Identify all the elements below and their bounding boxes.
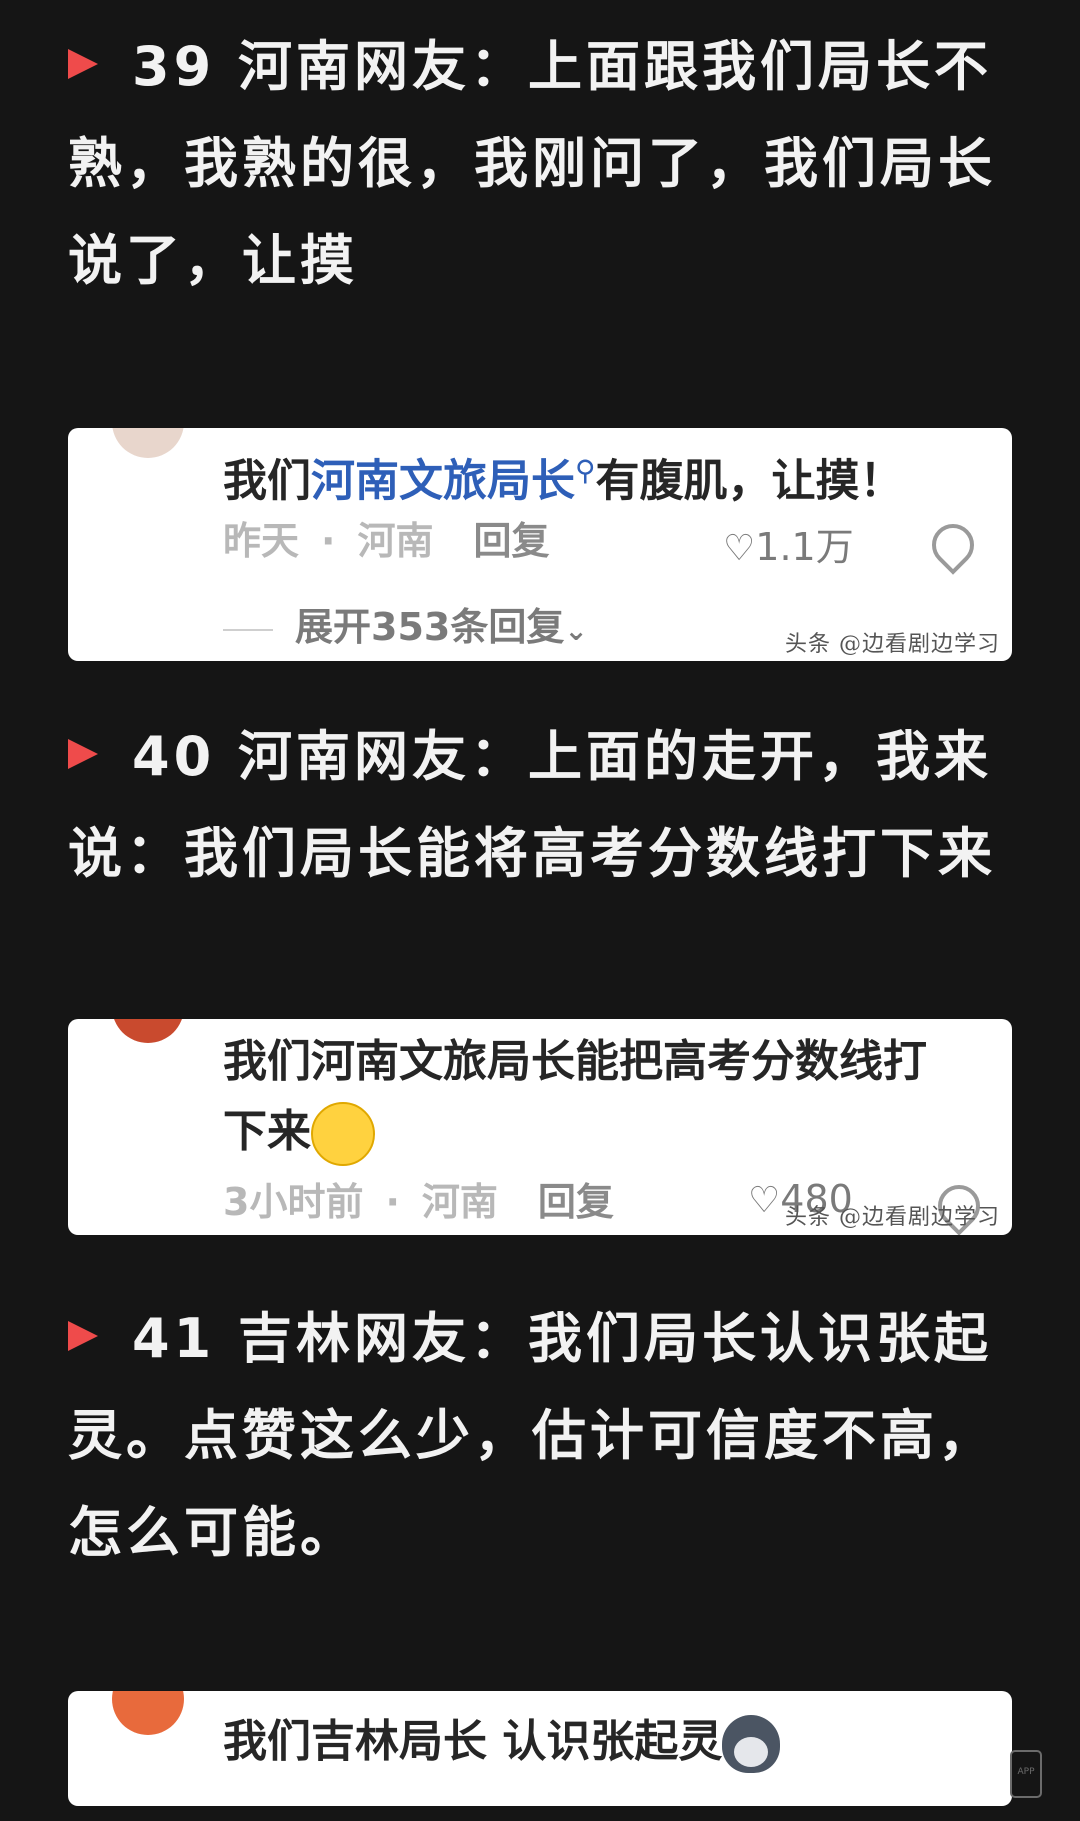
reply-button[interactable]: 回复 — [473, 516, 549, 566]
heart-icon: ♡ — [748, 1180, 781, 1221]
commentary-40: 40 河南网友：上面的走开，我来说：我们局长能将高考分数线打下来 — [68, 725, 996, 885]
comment-text: 我们河南文旅局长⚲有腹肌，让摸！ — [223, 454, 904, 507]
comment-text: 我们河南文旅局长能把高考分数线打下来 — [223, 1027, 932, 1167]
comment-card-41: 我们吉林局长 认识张起灵 — [68, 1691, 1012, 1806]
watermark: 头条 @边看剧边学习 — [785, 1205, 1000, 1230]
dog-emoji-icon — [722, 1715, 781, 1773]
commentary-41: 41 吉林网友：我们局长认识张起灵。点赞这么少，估计可信度不高，怎么可能。 — [68, 1307, 996, 1564]
avatar[interactable] — [112, 1019, 184, 1043]
avatar[interactable] — [112, 1691, 184, 1735]
search-icon[interactable]: ⚲ — [575, 454, 596, 487]
heart-icon: ♡ — [723, 528, 756, 569]
play-marker-icon — [68, 739, 98, 770]
play-marker-icon — [68, 1321, 98, 1352]
expand-replies-button[interactable]: 展开353条回复⌄ — [223, 596, 588, 651]
avatar[interactable] — [112, 428, 184, 458]
separator-dot: · — [385, 1180, 400, 1224]
comment-card-40: 我们河南文旅局长能把高考分数线打下来 3小时前 · 河南 回复 ♡480 头条 @边看… — [68, 1019, 1012, 1235]
divider-line — [223, 628, 273, 631]
watermark: 头条 @边看剧边学习 — [785, 632, 1000, 657]
comment-card-39: 我们河南文旅局长⚲有腹肌，让摸！ 昨天 · 河南 回复 ♡1.1万 展开353条回复⌄… — [68, 428, 1012, 661]
thinking-emoji-icon — [311, 1102, 375, 1166]
commentary-39: 39 河南网友：上面跟我们局长不熟，我熟的很，我刚问了，我们局长说了，让摸 — [68, 35, 996, 292]
play-marker-icon — [68, 49, 98, 80]
comment-location: 河南 — [357, 519, 434, 563]
separator-dot: · — [321, 519, 336, 563]
like-button[interactable]: ♡1.1万 — [723, 516, 854, 571]
chevron-down-icon: ⌄ — [564, 614, 588, 647]
like-count: 1.1万 — [755, 525, 854, 569]
comment-text: 我们吉林局长 认识张起灵 — [223, 1711, 972, 1773]
comment-time: 昨天 — [223, 519, 300, 563]
reply-button[interactable]: 回复 — [538, 1177, 614, 1227]
comment-meta: 昨天 · 河南 回复 — [223, 516, 982, 566]
comment-time: 3小时前 — [223, 1180, 364, 1224]
phone-app-icon[interactable]: APP — [1010, 1750, 1042, 1798]
topic-link[interactable]: 河南文旅局长 — [311, 456, 575, 507]
comment-location: 河南 — [421, 1180, 498, 1224]
